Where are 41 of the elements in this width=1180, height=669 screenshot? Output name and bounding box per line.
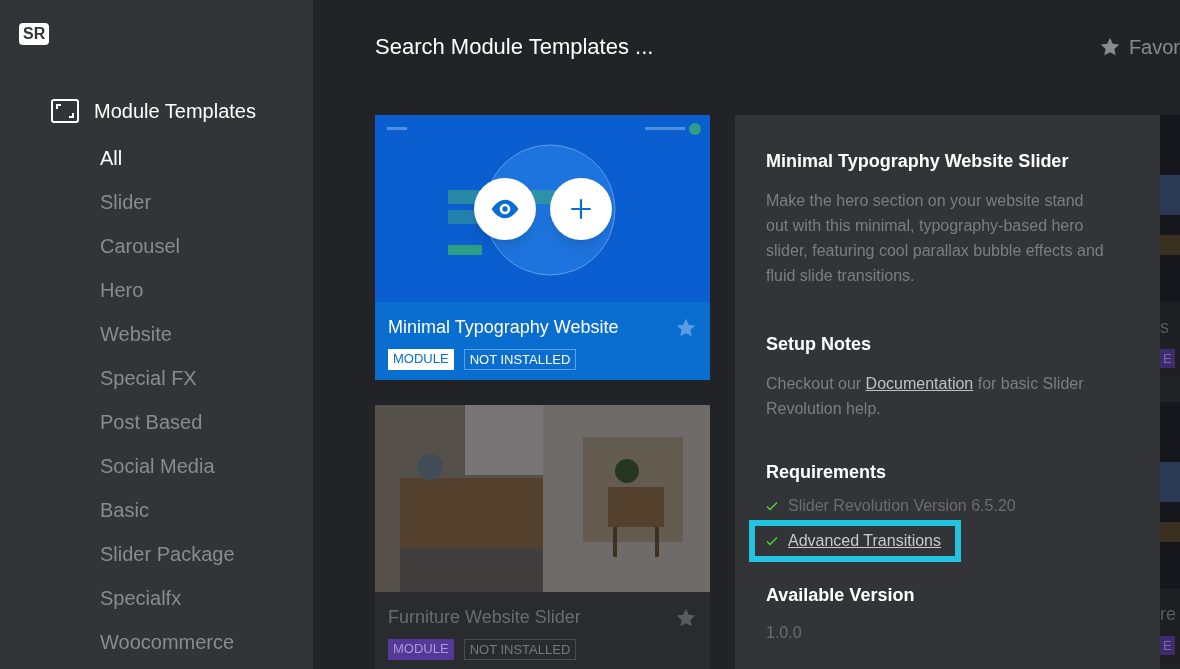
category-item[interactable]: Slider <box>100 180 313 224</box>
status-badge: NOT INSTALLED <box>463 639 577 660</box>
template-card[interactable]: re E <box>1160 402 1180 664</box>
card-title: re <box>1160 603 1177 626</box>
category-item[interactable]: Social Media <box>100 444 313 488</box>
status-badge: NOT INSTALLED <box>463 349 577 370</box>
card-title: Furniture Website Slider <box>388 606 581 629</box>
category-item[interactable]: Basic <box>100 488 313 532</box>
template-card[interactable]: Minimal Typography Website MODULE NOT INSTALLED <box>375 115 710 380</box>
category-item[interactable]: Woocommerce <box>100 620 313 664</box>
requirement-link[interactable]: Advanced Transitions <box>788 529 941 553</box>
category-item[interactable]: Special FX <box>100 356 313 400</box>
card-title: s <box>1160 316 1170 339</box>
status-badge: MODULE <box>388 639 454 660</box>
frame-icon <box>51 99 79 123</box>
sidebar-heading: Module Templates <box>94 99 256 124</box>
version-number: 1.0.0 <box>766 623 803 643</box>
logo[interactable]: SR <box>19 23 50 45</box>
requirements-heading: Requirements <box>766 461 888 484</box>
setup-notes: Checkout our Documentation for basic Slider Revolution help. <box>766 374 1085 419</box>
category-item[interactable]: Post Based <box>100 400 313 444</box>
template-card[interactable]: Furniture Website Slider MODULE NOT INSTALLED <box>375 405 710 669</box>
template-description: Make the hero section on your website stand out with this minimal, typography-based hero slider, featuring cool parallax bubble effects and fluid slide transitions. <box>766 191 1105 286</box>
category-item[interactable]: Website <box>100 312 313 356</box>
status-badge: E <box>1160 349 1175 368</box>
version-heading: Available Version <box>766 584 916 607</box>
documentation-link[interactable]: Documentation <box>865 375 974 392</box>
favorites-link[interactable]: Favor <box>1128 31 1180 62</box>
template-card[interactable]: s E <box>1160 115 1180 377</box>
status-badge: E <box>1160 636 1175 655</box>
search-field[interactable]: Search Module Templates ... <box>375 30 875 63</box>
category-item[interactable]: Slider Package <box>100 532 313 576</box>
card-title: Minimal Typography Website <box>388 316 619 339</box>
requirement-link[interactable]: Slider Revolution Version 6.5.20 <box>788 494 1016 518</box>
template-title: Minimal Typography Website Slider <box>766 150 1070 173</box>
category-item[interactable]: Carousel <box>100 224 313 268</box>
category-item[interactable]: Specialfx <box>100 576 313 620</box>
category-item[interactable]: All <box>100 136 313 180</box>
status-badge: MODULE <box>388 349 454 370</box>
category-item[interactable]: Hero <box>100 268 313 312</box>
setup-heading: Setup Notes <box>766 333 872 356</box>
